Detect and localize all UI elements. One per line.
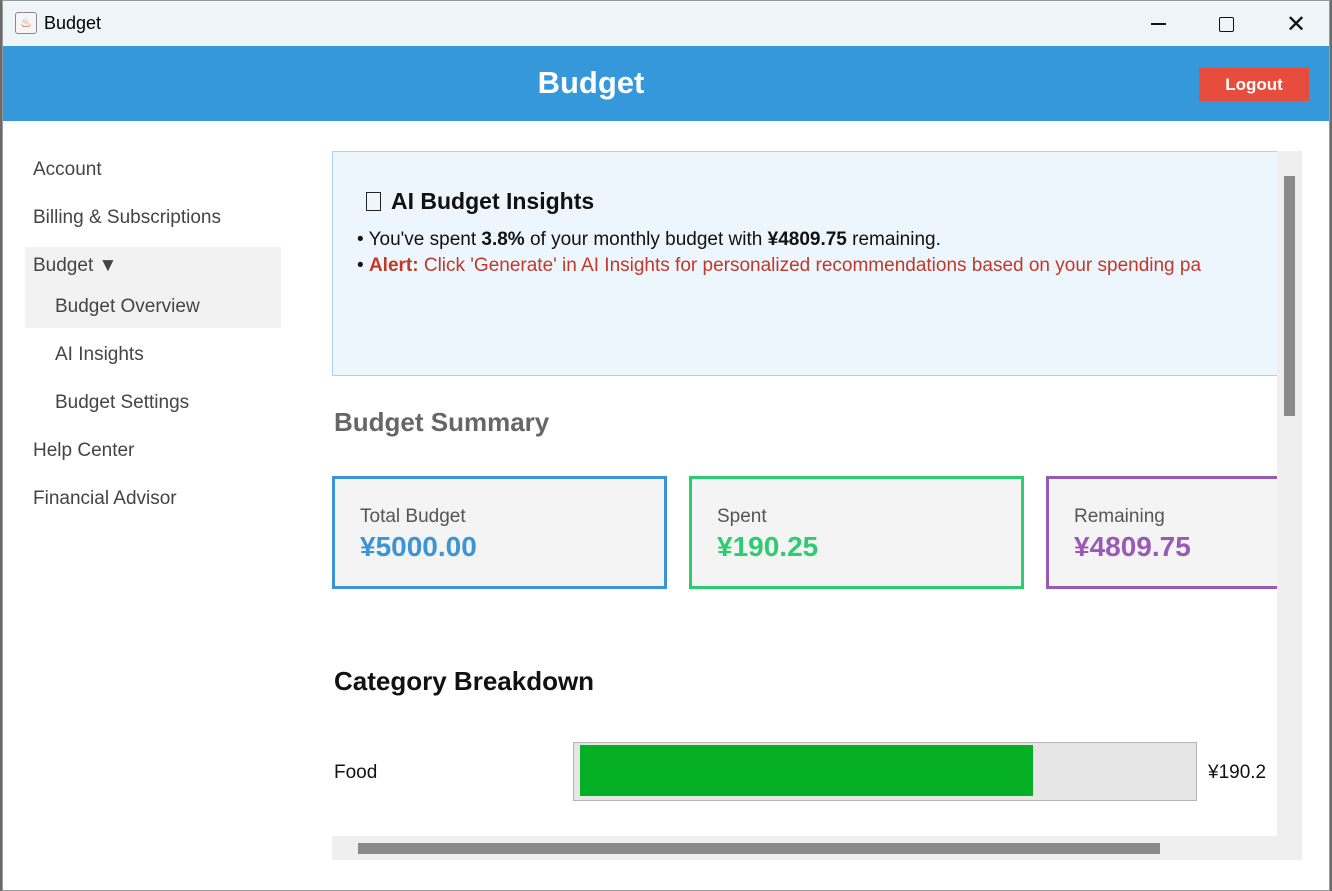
minimize-icon <box>1150 23 1166 25</box>
alert-text: Click 'Generate' in AI Insights for pers… <box>418 255 1202 276</box>
spent-percent: 3.8% <box>481 229 525 250</box>
remaining-card: Remaining ¥4809.75 <box>1046 476 1277 589</box>
spent-value: ¥190.25 <box>717 531 819 562</box>
remaining-value: ¥4809.75 <box>1074 531 1191 562</box>
sidebar-item-budget-settings[interactable]: Budget Settings <box>55 392 189 414</box>
card-label: Total Budget <box>360 506 466 527</box>
vertical-scroll-thumb[interactable] <box>1284 176 1295 416</box>
sidebar: Account Billing & Subscriptions Budget ▼… <box>3 121 303 890</box>
insight-text: You've spent <box>368 229 482 250</box>
main-content: AI Budget Insights • You've spent 3.8% o… <box>332 151 1277 836</box>
logout-button[interactable]: Logout <box>1199 68 1309 101</box>
sidebar-item-ai-insights[interactable]: AI Insights <box>55 344 144 366</box>
category-amount: ¥190.2 <box>1208 762 1267 783</box>
minimize-button[interactable] <box>1135 9 1181 39</box>
page-title: Budget <box>537 65 645 100</box>
total-budget-value: ¥5000.00 <box>360 531 477 562</box>
insights-heading: AI Budget Insights <box>366 188 594 215</box>
title-bar[interactable]: ♨ Budget ✕ <box>3 1 1329 46</box>
java-cup-icon: ♨ <box>15 12 37 34</box>
budget-summary-heading: Budget Summary <box>334 407 550 437</box>
insight-text: remaining. <box>846 229 941 250</box>
horizontal-scroll-thumb[interactable] <box>358 843 1160 854</box>
vertical-scrollbar[interactable] <box>1277 151 1302 860</box>
close-button[interactable]: ✕ <box>1273 9 1319 39</box>
bullet: • <box>357 229 369 250</box>
remaining-amount: ¥4809.75 <box>767 229 847 250</box>
spent-card: Spent ¥190.25 <box>689 476 1024 589</box>
insights-title: AI Budget Insights <box>391 188 595 214</box>
app-header: Budget Logout <box>3 46 1329 121</box>
total-budget-card: Total Budget ¥5000.00 <box>332 476 667 589</box>
card-label: Remaining <box>1074 506 1165 527</box>
sidebar-item-budget[interactable]: Budget ▼ <box>33 255 117 277</box>
maximize-button[interactable] <box>1203 9 1249 39</box>
close-icon: ✕ <box>1285 10 1307 38</box>
ai-insights-panel: AI Budget Insights • You've spent 3.8% o… <box>332 151 1277 376</box>
sidebar-item-budget-overview[interactable]: Budget Overview <box>55 296 200 318</box>
sidebar-item-billing[interactable]: Billing & Subscriptions <box>33 207 221 229</box>
category-name: Food <box>334 762 378 783</box>
horizontal-scrollbar[interactable] <box>332 836 1277 860</box>
category-breakdown-heading: Category Breakdown <box>334 666 595 696</box>
alert-label: Alert: <box>368 255 419 276</box>
insight-spending-line: • You've spent 3.8% of your monthly budg… <box>357 229 941 251</box>
sidebar-item-account[interactable]: Account <box>33 159 102 181</box>
category-progress-fill <box>580 745 1033 796</box>
card-label: Spent <box>717 506 767 527</box>
maximize-icon <box>1218 16 1234 32</box>
window-title: Budget <box>44 13 102 33</box>
sidebar-item-financial-advisor[interactable]: Financial Advisor <box>33 488 177 510</box>
category-progress-bar <box>573 742 1197 801</box>
lightbulb-icon <box>366 192 381 211</box>
insight-alert-line: • Alert: Click 'Generate' in AI Insights… <box>357 255 1201 277</box>
app-window: ♨ Budget ✕ Budget Logout Account Billing… <box>2 0 1330 891</box>
bullet: • <box>357 255 369 276</box>
insight-text: of your monthly budget with <box>524 229 768 250</box>
sidebar-item-help-center[interactable]: Help Center <box>33 440 134 462</box>
